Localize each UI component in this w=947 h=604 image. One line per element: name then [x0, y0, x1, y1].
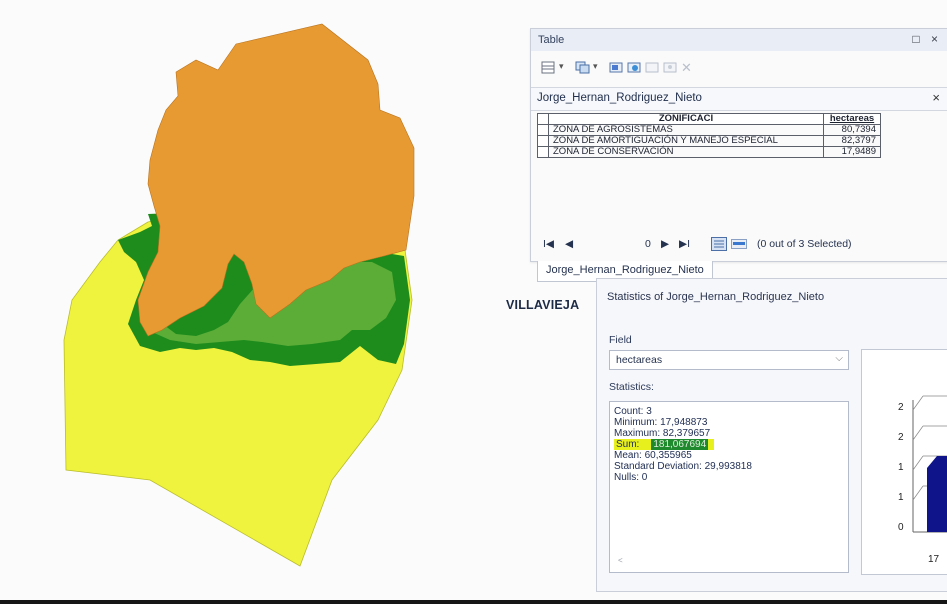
chart-plot — [912, 395, 947, 533]
y-tick-label: 0 — [898, 522, 904, 533]
stat-nulls: Nulls: 0 — [614, 472, 648, 483]
select-all-cell[interactable] — [537, 113, 549, 125]
close-icon[interactable]: × — [932, 90, 940, 105]
cell-zonificaci[interactable]: ZONA DE AGROSISTEMAS — [548, 124, 824, 136]
zoom-to-selected-icon[interactable] — [663, 61, 678, 74]
table-row[interactable]: ZONA DE AMORTIGUACIÓN Y MANEJO ESPECIAL … — [537, 135, 881, 147]
x-tick-label: 17 — [928, 554, 940, 565]
y-tick-label: 2 — [898, 432, 904, 443]
chevron-down-icon: ⌵ — [835, 353, 843, 364]
statistics-label: Statistics: — [609, 381, 654, 393]
table-toolbar: ▾ ▾ ✕ — [531, 53, 947, 87]
table-options-icon[interactable] — [541, 61, 556, 74]
delete-selected-icon[interactable]: ✕ — [681, 61, 696, 74]
chart-bar — [927, 456, 947, 532]
cell-zonificaci[interactable]: ZONA DE CONSERVACIÓN — [548, 146, 824, 158]
stat-minimum: Minimum: 17,948873 — [614, 417, 708, 428]
attribute-table: ZONIFICACI hectareas ZONA DE AGROSISTEMA… — [537, 113, 881, 158]
row-selector[interactable] — [537, 124, 549, 136]
cell-zonificaci[interactable]: ZONA DE AMORTIGUACIÓN Y MANEJO ESPECIAL — [548, 135, 824, 147]
show-selected-records-icon[interactable] — [731, 237, 747, 251]
window-controls[interactable]: □ × — [912, 32, 942, 46]
table-row[interactable]: ZONA DE CONSERVACIÓN 17,9489 — [537, 146, 881, 158]
scroll-left-icon[interactable]: < — [618, 555, 623, 566]
stat-sum-label: Sum: — [614, 439, 644, 450]
bottom-border — [0, 600, 947, 604]
stat-sum[interactable]: Sum: 181,067694 — [614, 439, 715, 450]
select-by-attributes-icon[interactable] — [609, 61, 624, 74]
field-label: Field — [609, 334, 632, 346]
cell-hectareas[interactable]: 82,3797 — [823, 135, 881, 147]
selection-count: (0 out of 3 Selected) — [757, 238, 852, 250]
column-header-hectareas[interactable]: hectareas — [823, 113, 881, 125]
cell-hectareas[interactable]: 80,7394 — [823, 124, 881, 136]
stat-sum-value[interactable]: 181,067694 — [651, 439, 709, 450]
statistics-window-title: Statistics of Jorge_Hernan_Rodriguez_Nie… — [607, 291, 825, 303]
next-record-button[interactable]: ▶ — [661, 238, 669, 250]
current-record-field[interactable]: 0 — [645, 238, 651, 250]
record-navigation: I◀ ◀ 0 ▶ ▶I (0 out of 3 Selected) — [531, 233, 947, 257]
last-record-button[interactable]: ▶I — [679, 238, 690, 250]
row-selector[interactable] — [537, 146, 549, 158]
row-selector[interactable] — [537, 135, 549, 147]
first-record-button[interactable]: I◀ — [543, 238, 554, 250]
zoning-map — [63, 23, 415, 567]
cell-hectareas[interactable]: 17,9489 — [823, 146, 881, 158]
table-window-title: Table — [538, 34, 565, 46]
show-all-records-icon[interactable] — [711, 237, 727, 251]
frequency-chart: 2 2 1 1 0 17 — [861, 349, 947, 575]
field-dropdown[interactable]: hectareas ⌵ — [609, 350, 849, 370]
chevron-down-icon[interactable]: ▾ — [559, 61, 574, 74]
statistics-textbox[interactable]: Count: 3 Minimum: 17,948873 Maximum: 82,… — [609, 401, 849, 573]
layer-table-header[interactable]: Jorge_Hernan_Rodriguez_Nieto × — [531, 87, 947, 111]
switch-selection-icon[interactable] — [627, 61, 642, 74]
column-header-zonificaci[interactable]: ZONIFICACI — [548, 113, 824, 125]
related-tables-icon[interactable] — [575, 61, 590, 74]
y-tick-label: 2 — [898, 402, 904, 413]
chevron-down-icon[interactable]: ▾ — [593, 61, 608, 74]
layer-table-name: Jorge_Hernan_Rodriguez_Nieto — [537, 92, 702, 104]
table-window-titlebar[interactable]: Table □ × — [531, 29, 947, 51]
stat-count: Count: 3 — [614, 406, 652, 417]
table-window[interactable]: Table □ × ▾ ▾ ✕ Jorge_Hernan_Rodriguez_N… — [530, 28, 947, 282]
statistics-window[interactable]: Statistics of Jorge_Hernan_Rodriguez_Nie… — [596, 278, 947, 592]
y-tick-label: 1 — [898, 492, 904, 503]
map-label: VILLAVIEJA — [506, 298, 580, 312]
map-view[interactable] — [0, 0, 520, 604]
stat-std: Standard Deviation: 29,993818 — [614, 461, 752, 472]
prev-record-button[interactable]: ◀ — [565, 238, 573, 250]
stat-maximum: Maximum: 82,379657 — [614, 428, 711, 439]
table-row[interactable]: ZONA DE AGROSISTEMAS 80,7394 — [537, 124, 881, 136]
clear-selection-icon[interactable] — [645, 61, 660, 74]
stat-mean: Mean: 60,355965 — [614, 450, 692, 461]
table-header-row: ZONIFICACI hectareas — [537, 113, 881, 125]
field-dropdown-value: hectareas — [616, 354, 663, 366]
y-tick-label: 1 — [898, 462, 904, 473]
